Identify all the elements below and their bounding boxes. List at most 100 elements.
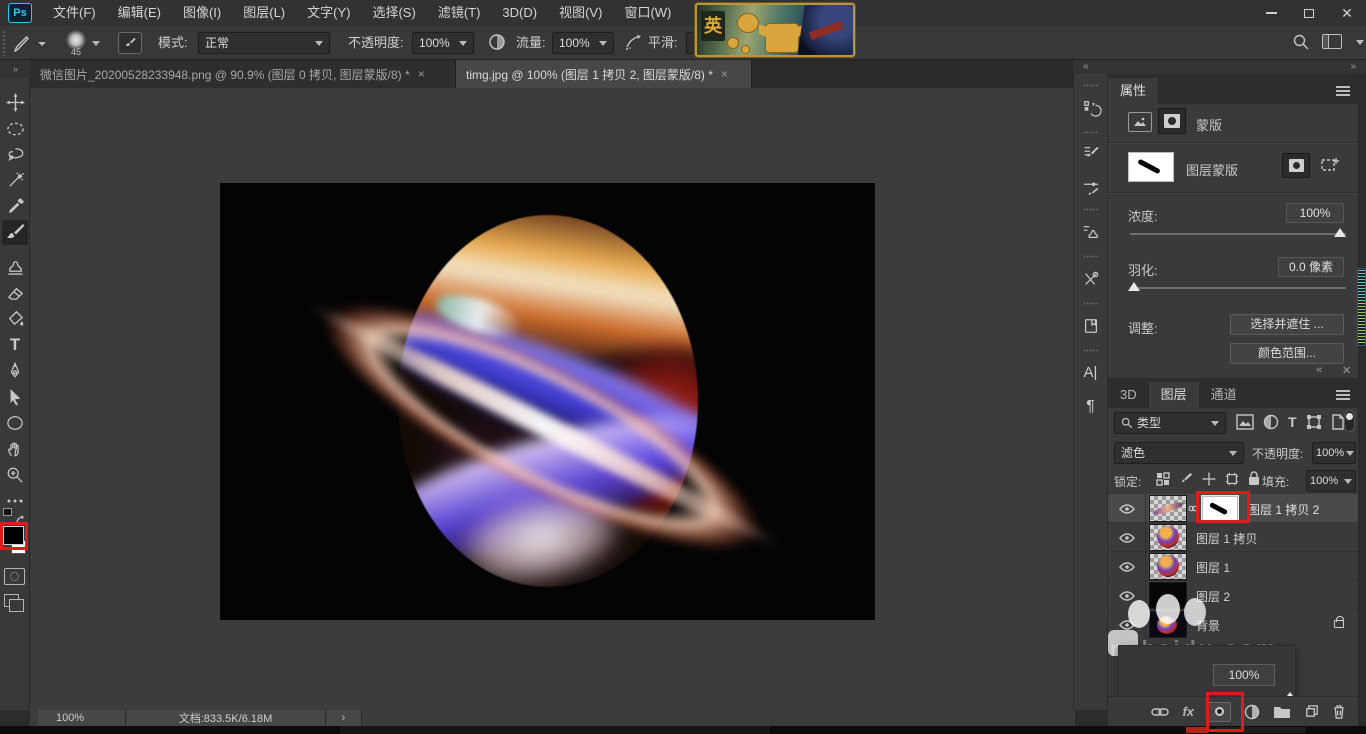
- menu-3d[interactable]: 3D(D): [491, 0, 548, 26]
- flow-select[interactable]: 100%: [552, 32, 614, 54]
- layer-thumbnail[interactable]: [1150, 496, 1186, 521]
- toolbox-collapse-button[interactable]: »: [0, 60, 30, 78]
- select-and-mask-button[interactable]: 选择并遮住 ...: [1230, 314, 1344, 335]
- menu-window[interactable]: 窗口(W): [613, 0, 682, 26]
- brush-tool[interactable]: [2, 220, 28, 245]
- filter-shape-icon[interactable]: [1306, 414, 1322, 430]
- layer-row-3[interactable]: 图层 1: [1108, 552, 1358, 581]
- paint-bucket-tool[interactable]: [2, 306, 28, 331]
- lock-pixels-icon[interactable]: [1179, 472, 1193, 486]
- brushes-panel-icon[interactable]: [1074, 170, 1107, 204]
- panel-menu-icon[interactable]: [1336, 84, 1350, 98]
- select-layer-mask-button[interactable]: [1282, 153, 1310, 178]
- eyedropper-tool[interactable]: [2, 194, 28, 219]
- document-tab-1[interactable]: 微信图片_20200528233948.png @ 90.9% (图层 0 拷贝…: [30, 60, 456, 88]
- menu-filter[interactable]: 滤镜(T): [427, 0, 492, 26]
- fill-field[interactable]: 100%: [1306, 470, 1356, 492]
- pen-tool[interactable]: [2, 358, 28, 383]
- filter-adjustment-icon[interactable]: [1263, 414, 1279, 430]
- panel-collapse-icon[interactable]: «: [1316, 364, 1322, 376]
- minimize-button[interactable]: [1252, 0, 1290, 26]
- color-range-button[interactable]: 颜色范围...: [1230, 343, 1344, 364]
- visibility-toggle[interactable]: [1108, 581, 1146, 610]
- tool-presets-panel-icon[interactable]: [1074, 260, 1107, 298]
- layer-thumbnail[interactable]: [1150, 583, 1186, 608]
- visibility-toggle[interactable]: [1108, 610, 1146, 639]
- layer-row-2[interactable]: 图层 1 拷贝: [1108, 523, 1358, 552]
- canvas-pasteboard[interactable]: [30, 88, 1075, 710]
- filter-toggle-switch[interactable]: [1344, 410, 1355, 432]
- libraries-panel-icon[interactable]: [1074, 307, 1107, 345]
- ad-banner[interactable]: 英: [695, 3, 855, 57]
- feather-slider-thumb[interactable]: [1128, 282, 1140, 291]
- clone-source-panel-icon[interactable]: [1074, 213, 1107, 251]
- airbrush-icon[interactable]: [622, 31, 644, 58]
- tab-close-icon[interactable]: ×: [721, 67, 728, 81]
- filter-type-icon[interactable]: T: [1288, 414, 1297, 430]
- toggle-brush-panel-button[interactable]: [118, 32, 142, 54]
- adjustment-layer-icon[interactable]: [1244, 704, 1260, 720]
- magic-wand-tool[interactable]: [2, 168, 28, 193]
- visibility-toggle[interactable]: [1108, 552, 1146, 581]
- screen-mode-icon[interactable]: [4, 594, 19, 607]
- layer-mask-thumbnail-large[interactable]: [1128, 152, 1174, 182]
- ellipse-shape-tool[interactable]: [2, 410, 28, 435]
- brush-settings-panel-icon[interactable]: [1074, 136, 1107, 170]
- marquee-tool[interactable]: [2, 116, 28, 141]
- tab-close-icon[interactable]: ×: [418, 67, 425, 81]
- move-tool[interactable]: [2, 90, 28, 115]
- layers-blend-mode-select[interactable]: 滤色: [1114, 442, 1244, 464]
- type-tool[interactable]: T: [2, 332, 28, 357]
- paragraph-panel-icon[interactable]: ¶: [1074, 390, 1107, 424]
- tab-channels[interactable]: 通道: [1199, 382, 1249, 408]
- hand-tool[interactable]: [2, 436, 28, 461]
- layer-row-4[interactable]: 图层 2: [1108, 581, 1358, 610]
- pixel-layer-props-icon[interactable]: [1128, 112, 1152, 132]
- default-colors-icon[interactable]: [3, 508, 12, 516]
- zoom-tool[interactable]: [2, 462, 28, 487]
- lasso-tool[interactable]: [2, 142, 28, 167]
- lock-all-icon[interactable]: [1248, 471, 1260, 486]
- layer-thumbnail[interactable]: [1150, 554, 1186, 579]
- visibility-toggle[interactable]: [1108, 523, 1146, 552]
- expand-panels-icon[interactable]: »: [1350, 61, 1356, 72]
- layer-thumbnail[interactable]: [1150, 525, 1186, 550]
- filter-pixel-icon[interactable]: [1236, 414, 1254, 430]
- feather-value-field[interactable]: 0.0 像素: [1278, 257, 1344, 277]
- link-layers-icon[interactable]: [1151, 707, 1169, 717]
- pressure-opacity-icon[interactable]: [486, 31, 508, 58]
- close-button[interactable]: ✕: [1328, 0, 1366, 26]
- mask-props-icon-selected[interactable]: [1158, 108, 1186, 134]
- tool-preset-picker[interactable]: [12, 31, 48, 56]
- menu-layer[interactable]: 图层(L): [232, 0, 296, 26]
- layers-opacity-field[interactable]: 100%: [1312, 442, 1356, 464]
- quick-mask-icon[interactable]: [4, 568, 25, 585]
- layer-row-background[interactable]: 背景: [1108, 610, 1358, 639]
- swap-colors-icon[interactable]: [16, 512, 24, 520]
- feather-slider[interactable]: [1130, 287, 1346, 289]
- density-slider[interactable]: [1130, 233, 1346, 235]
- canvas-image[interactable]: [220, 183, 875, 620]
- new-group-icon[interactable]: [1273, 705, 1291, 719]
- character-panel-icon[interactable]: A|: [1074, 354, 1107, 390]
- filter-smart-object-icon[interactable]: [1331, 414, 1345, 430]
- search-icon[interactable]: [1292, 33, 1310, 56]
- visibility-toggle[interactable]: [1108, 494, 1146, 523]
- opacity-select[interactable]: 100%: [412, 32, 474, 54]
- menu-file[interactable]: 文件(F): [42, 0, 107, 26]
- menu-view[interactable]: 视图(V): [548, 0, 613, 26]
- layer-thumbnail[interactable]: [1150, 612, 1186, 637]
- document-tab-2[interactable]: timg.jpg @ 100% (图层 1 拷贝 2, 图层蒙版/8) * ×: [456, 60, 752, 88]
- workspace-caret-icon[interactable]: [1356, 40, 1364, 45]
- lock-position-icon[interactable]: [1202, 472, 1216, 486]
- panel-close-icon[interactable]: ✕: [1342, 364, 1351, 377]
- lock-artboard-icon[interactable]: [1225, 472, 1239, 486]
- density-value-field[interactable]: 100%: [1286, 203, 1344, 223]
- panel-menu-icon[interactable]: [1336, 388, 1350, 402]
- path-select-tool[interactable]: [2, 384, 28, 409]
- menu-edit[interactable]: 编辑(E): [107, 0, 172, 26]
- brush-preset-picker[interactable]: 45: [66, 29, 112, 57]
- clone-stamp-tool[interactable]: [2, 254, 28, 279]
- layer-style-icon[interactable]: fx: [1182, 704, 1194, 719]
- add-vector-mask-icon[interactable]: [1320, 156, 1340, 179]
